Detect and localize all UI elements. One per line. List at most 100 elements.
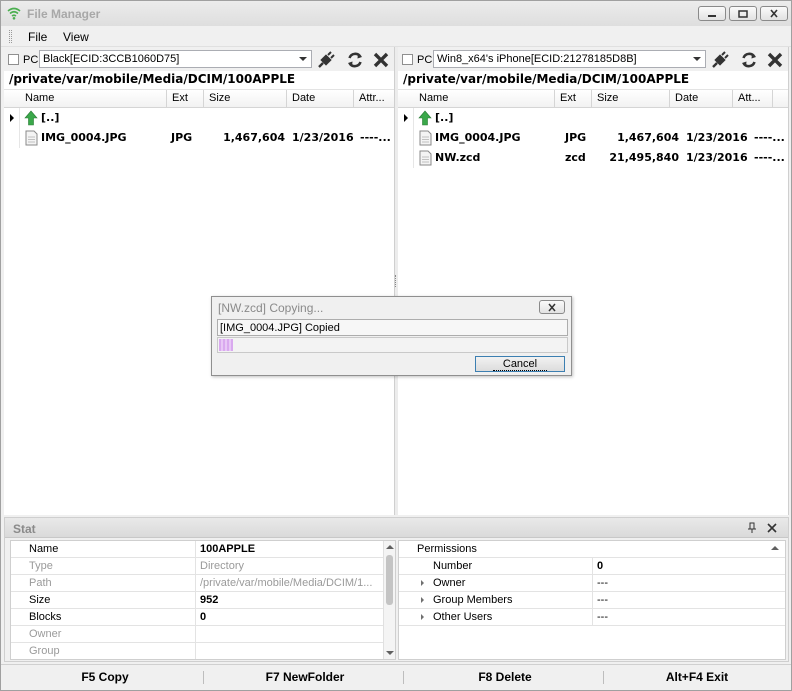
right-device-value: Win8_x64's iPhone[ECID:21278185D8B] <box>437 53 637 65</box>
right-device-select[interactable]: Win8_x64's iPhone[ECID:21278185D8B] <box>433 50 706 68</box>
left-parent-row[interactable]: [..] <box>4 108 394 128</box>
permission-key: Other Users <box>433 611 493 623</box>
disconnect-x-icon[interactable] <box>371 50 391 70</box>
exit-button[interactable]: Alt+F4 Exit <box>597 670 792 686</box>
permission-row-other-users[interactable]: Other Users --- <box>399 609 785 626</box>
copy-progress-bar <box>217 337 568 353</box>
property-row-path[interactable]: Path /private/var/mobile/Media/DCIM/1... <box>11 575 395 592</box>
expand-icon[interactable] <box>421 580 424 586</box>
left-col-attr[interactable]: Attr... <box>354 90 395 108</box>
column-divider <box>592 592 593 609</box>
stat-panel: Stat Name 100APPLE Type Directory Path /… <box>4 517 789 662</box>
pin-icon[interactable] <box>746 522 758 534</box>
file-ext: JPG <box>565 131 587 144</box>
f7-newfolder-button[interactable]: F7 NewFolder <box>205 670 405 686</box>
menu-view[interactable]: View <box>63 30 89 44</box>
close-button[interactable] <box>760 6 788 21</box>
permission-value: --- <box>597 577 608 589</box>
stat-title: Stat <box>13 522 36 536</box>
left-col-date[interactable]: Date <box>287 90 354 108</box>
scroll-down-icon[interactable] <box>386 651 394 655</box>
close-icon[interactable] <box>766 522 778 534</box>
right-path-bar: /private/var/mobile/Media/DCIM/100APPLE <box>398 71 788 88</box>
expand-icon[interactable] <box>421 614 424 620</box>
column-divider <box>195 558 196 575</box>
current-row-icon <box>10 114 14 122</box>
permissions-category[interactable]: Permissions <box>399 541 785 558</box>
property-row-type[interactable]: Type Directory <box>11 558 395 575</box>
right-col-attr[interactable]: Att... <box>733 90 773 108</box>
cancel-label: Cancel <box>492 358 548 371</box>
left-pc-checkbox[interactable] <box>8 54 19 65</box>
property-row-owner[interactable]: Owner <box>11 626 395 643</box>
menu-file[interactable]: File <box>28 30 47 44</box>
permission-row-group-members[interactable]: Group Members --- <box>399 592 785 609</box>
permission-row-owner[interactable]: Owner --- <box>399 575 785 592</box>
plug-connect-icon[interactable] <box>316 50 336 70</box>
property-key: Type <box>29 560 53 572</box>
right-file-panel: PC Win8_x64's iPhone[ECID:21278185D8B] /… <box>398 47 789 515</box>
disconnect-x-icon[interactable] <box>765 50 785 70</box>
right-col-name[interactable]: Name <box>414 90 555 108</box>
refresh-icon[interactable] <box>345 50 365 70</box>
up-folder-icon <box>418 110 432 126</box>
maximize-button[interactable] <box>729 6 757 21</box>
minimize-button[interactable] <box>698 6 726 21</box>
file-date: 1/23/2016 <box>686 131 748 144</box>
left-col-ext[interactable]: Ext <box>167 90 204 108</box>
right-pc-checkbox[interactable] <box>402 54 413 65</box>
property-key: Owner <box>29 628 62 640</box>
file-date: 1/23/2016 <box>292 131 354 144</box>
column-divider <box>195 626 196 643</box>
right-parent-row[interactable]: [..] <box>398 108 788 128</box>
plug-connect-icon[interactable] <box>710 50 730 70</box>
dropdown-arrow-icon <box>693 57 701 61</box>
close-icon <box>548 303 556 311</box>
table-row[interactable]: NW.zcd zcd 21,495,840 1/23/2016 ----... <box>398 148 788 168</box>
file-name: IMG_0004.JPG <box>435 131 521 144</box>
property-value: /private/var/mobile/Media/DCIM/1... <box>200 577 373 589</box>
collapse-icon[interactable] <box>771 546 779 550</box>
row-indicator <box>398 108 414 128</box>
property-row-group[interactable]: Group <box>11 643 395 659</box>
left-col-name[interactable]: Name <box>20 90 167 108</box>
left-device-select[interactable]: Black[ECID:3CCB1060D75] <box>39 50 312 68</box>
file-size: 1,467,604 <box>223 131 285 144</box>
file-icon <box>419 150 432 166</box>
cancel-button[interactable]: Cancel <box>475 356 565 372</box>
scroll-thumb[interactable] <box>386 555 393 605</box>
left-col-size[interactable]: Size <box>204 90 287 108</box>
property-row-name[interactable]: Name 100APPLE <box>11 541 395 558</box>
property-key: Blocks <box>29 611 62 623</box>
property-row-blocks[interactable]: Blocks 0 <box>11 609 395 626</box>
file-name: IMG_0004.JPG <box>41 131 127 144</box>
property-key: Size <box>29 594 51 606</box>
row-indicator <box>4 128 20 148</box>
right-col-ext[interactable]: Ext <box>555 90 592 108</box>
expand-icon[interactable] <box>421 597 424 603</box>
f5-copy-button[interactable]: F5 Copy <box>5 670 205 686</box>
right-col-date[interactable]: Date <box>670 90 733 108</box>
row-indicator <box>398 148 414 168</box>
table-row[interactable]: IMG_0004.JPG JPG 1,467,604 1/23/2016 ---… <box>398 128 788 148</box>
f8-delete-button[interactable]: F8 Delete <box>405 670 605 686</box>
dialog-close-button[interactable] <box>539 300 565 314</box>
property-key: Group <box>29 645 60 657</box>
file-attr: ----... <box>754 151 785 164</box>
table-row[interactable]: IMG_0004.JPG JPG 1,467,604 1/23/2016 ---… <box>4 128 394 148</box>
row-indicator <box>398 128 414 148</box>
property-key: Path <box>29 577 52 589</box>
properties-scrollbar[interactable] <box>383 541 395 659</box>
copy-progress-dialog: [NW.zcd] Copying... [IMG_0004.JPG] Copie… <box>211 296 572 376</box>
right-col-size[interactable]: Size <box>592 90 670 108</box>
permission-key: Owner <box>433 577 466 589</box>
permission-row-number[interactable]: Number 0 <box>399 558 785 575</box>
column-divider <box>195 609 196 626</box>
title-bar: File Manager <box>1 1 791 26</box>
left-device-bar: PC Black[ECID:3CCB1060D75] <box>4 47 394 71</box>
property-row-size[interactable]: Size 952 <box>11 592 395 609</box>
refresh-icon[interactable] <box>739 50 759 70</box>
left-column-headers: Name Ext Size Date Attr... <box>4 89 394 108</box>
stat-header: Stat <box>5 518 788 538</box>
scroll-up-icon[interactable] <box>386 545 394 549</box>
